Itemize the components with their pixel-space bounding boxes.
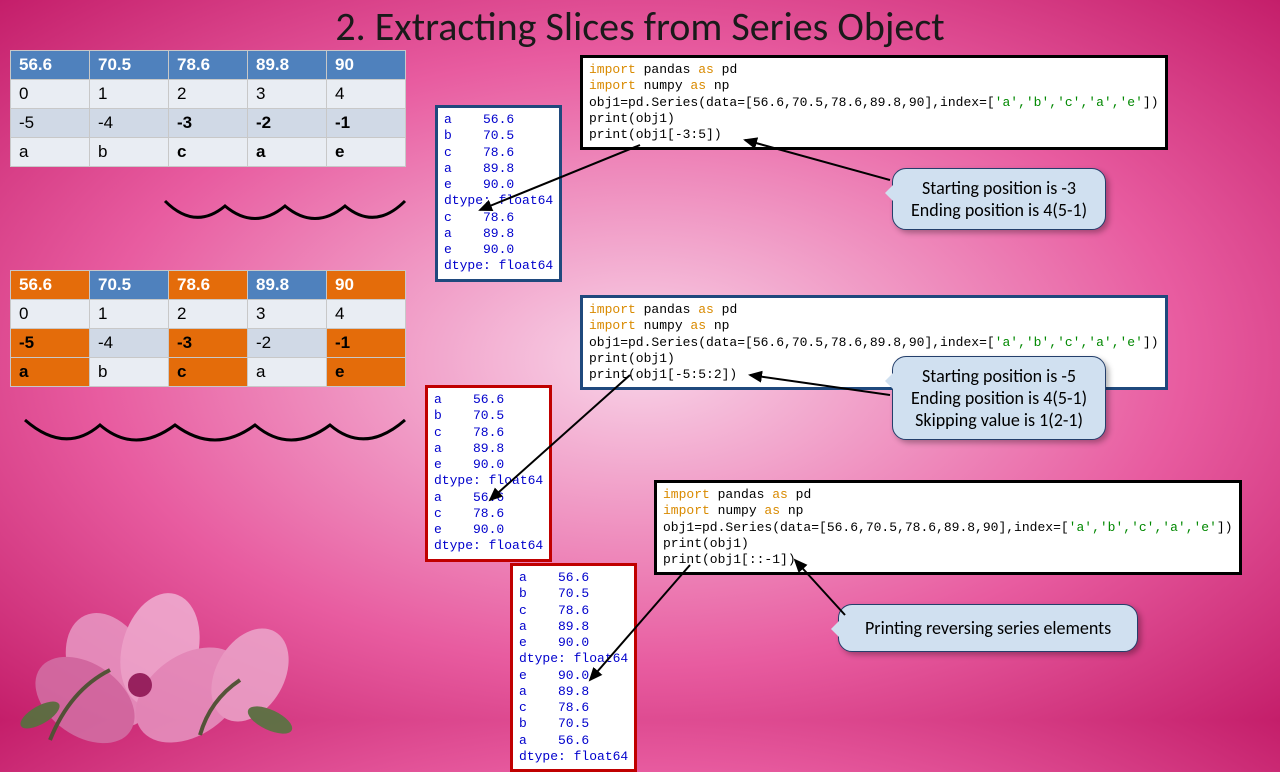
table-cell: 1	[90, 80, 169, 109]
table-cell: 2	[169, 80, 248, 109]
table-cell: 3	[248, 80, 327, 109]
table-cell: -5	[11, 109, 90, 138]
txt: print(obj1[-3:5])	[589, 127, 722, 142]
callout-2: Starting position is -5 Ending position …	[892, 356, 1106, 440]
txt: ])	[1143, 335, 1159, 350]
kw: as	[698, 302, 714, 317]
code-block-3: import pandas as pd import numpy as np o…	[654, 480, 1242, 575]
txt: obj1=pd.Series(data=[56.6,70.5,78.6,89.8…	[663, 520, 1069, 535]
kw: import	[589, 318, 636, 333]
table-cell: -2	[248, 329, 327, 358]
table-cell: e	[327, 358, 406, 387]
table-cell: 4	[327, 80, 406, 109]
bracket-icon	[160, 196, 420, 236]
kw: as	[764, 503, 780, 518]
txt: numpy	[710, 503, 765, 518]
callout-line: Ending position is 4(5-1)	[911, 199, 1087, 221]
table-cell: 70.5	[90, 51, 169, 80]
txt: print(obj1)	[663, 536, 749, 551]
kw: import	[663, 487, 710, 502]
txt: pd	[714, 62, 737, 77]
table-cell: -1	[327, 329, 406, 358]
table-2: 56.6 70.5 78.6 89.8 90 0 1 2 3 4 -5 -4 -…	[10, 270, 406, 387]
callout-line: Starting position is -5	[911, 365, 1087, 387]
kw: import	[589, 302, 636, 317]
table-cell: -1	[327, 109, 406, 138]
table-cell: b	[90, 358, 169, 387]
output-block-3: a 56.6 b 70.5 c 78.6 a 89.8 e 90.0 dtype…	[510, 563, 637, 772]
txt: print(obj1[::-1])	[663, 552, 796, 567]
callout-line: Printing reversing series elements	[865, 617, 1111, 639]
code-block-1: import pandas as pd import numpy as np o…	[580, 55, 1168, 150]
kw: import	[589, 62, 636, 77]
page-title: 2. Extracting Slices from Series Object	[0, 0, 1280, 51]
callout-1: Starting position is -3 Ending position …	[892, 168, 1106, 230]
table-cell: e	[327, 138, 406, 167]
kw: as	[698, 62, 714, 77]
table-cell: 0	[11, 80, 90, 109]
txt: pandas	[636, 62, 698, 77]
table-cell: 3	[248, 300, 327, 329]
flower-decoration	[0, 500, 340, 750]
txt: numpy	[636, 78, 691, 93]
table-cell: 70.5	[90, 271, 169, 300]
callout-line: Ending position is 4(5-1)	[911, 387, 1087, 409]
txt: ])	[1217, 520, 1233, 535]
txt: obj1=pd.Series(data=[56.6,70.5,78.6,89.8…	[589, 335, 995, 350]
kw: as	[690, 78, 706, 93]
table-cell: -3	[169, 329, 248, 358]
str: 'a','b','c','a','e'	[1069, 520, 1217, 535]
table-cell: 2	[169, 300, 248, 329]
table-cell: -4	[90, 329, 169, 358]
table-cell: 89.8	[248, 51, 327, 80]
table-cell: -2	[248, 109, 327, 138]
callout-line: Skipping value is 1(2-1)	[911, 409, 1087, 431]
output-block-1: a 56.6 b 70.5 c 78.6 a 89.8 e 90.0 dtype…	[435, 105, 562, 282]
table-cell: 0	[11, 300, 90, 329]
txt: print(obj1)	[589, 111, 675, 126]
table-cell: c	[169, 358, 248, 387]
txt: pandas	[636, 302, 698, 317]
table-cell: 78.6	[169, 271, 248, 300]
table-cell: 78.6	[169, 51, 248, 80]
table-cell: a	[248, 358, 327, 387]
kw: import	[589, 78, 636, 93]
kw: as	[690, 318, 706, 333]
table-cell: a	[11, 358, 90, 387]
txt: print(obj1)	[589, 351, 675, 366]
kw: as	[772, 487, 788, 502]
bracket-icon	[20, 415, 420, 455]
table-cell: -3	[169, 109, 248, 138]
txt: pandas	[710, 487, 772, 502]
table-cell: 89.8	[248, 271, 327, 300]
txt: ])	[1143, 95, 1159, 110]
txt: np	[706, 318, 729, 333]
txt: print(obj1[-5:5:2])	[589, 367, 737, 382]
str: 'a','b','c','a','e'	[995, 335, 1143, 350]
table-cell: 56.6	[11, 271, 90, 300]
table-cell: b	[90, 138, 169, 167]
table-cell: c	[169, 138, 248, 167]
txt: pd	[714, 302, 737, 317]
table-cell: 56.6	[11, 51, 90, 80]
table-1: 56.6 70.5 78.6 89.8 90 0 1 2 3 4 -5 -4 -…	[10, 50, 406, 167]
kw: import	[663, 503, 710, 518]
output-block-2: a 56.6 b 70.5 c 78.6 a 89.8 e 90.0 dtype…	[425, 385, 552, 562]
table-cell: -4	[90, 109, 169, 138]
table-cell: 90	[327, 271, 406, 300]
str: 'a','b','c','a','e'	[995, 95, 1143, 110]
table-cell: 1	[90, 300, 169, 329]
callout-line: Starting position is -3	[911, 177, 1087, 199]
txt: numpy	[636, 318, 691, 333]
txt: np	[706, 78, 729, 93]
callout-3: Printing reversing series elements	[838, 604, 1138, 652]
table-cell: 90	[327, 51, 406, 80]
txt: np	[780, 503, 803, 518]
table-cell: a	[248, 138, 327, 167]
table-cell: 4	[327, 300, 406, 329]
txt: obj1=pd.Series(data=[56.6,70.5,78.6,89.8…	[589, 95, 995, 110]
table-cell: a	[11, 138, 90, 167]
table-cell: -5	[11, 329, 90, 358]
txt: pd	[788, 487, 811, 502]
